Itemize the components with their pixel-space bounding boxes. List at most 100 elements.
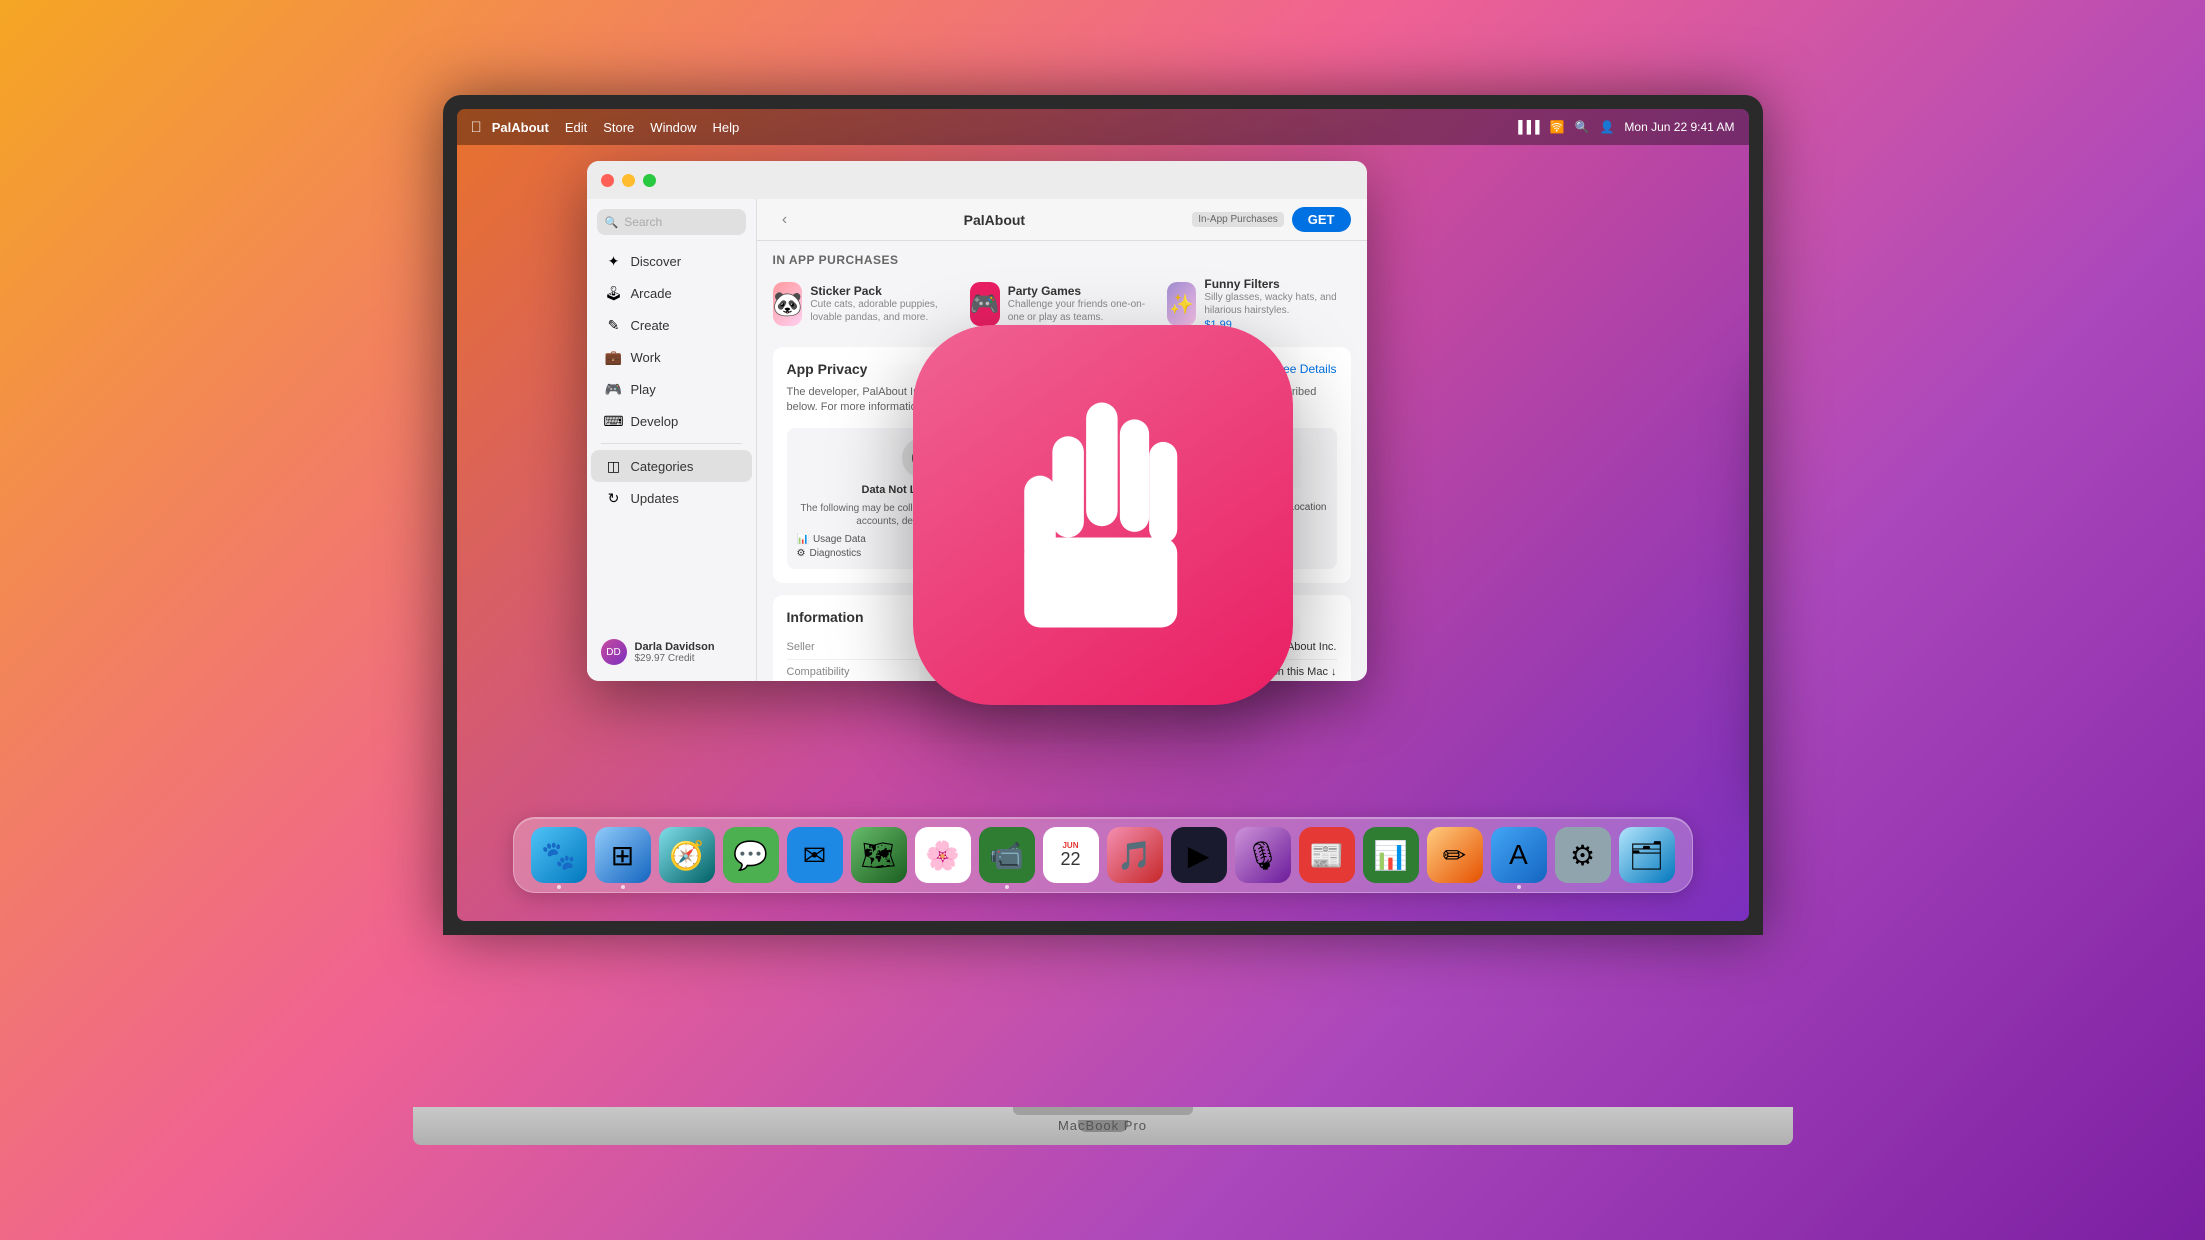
sidebar-item-play[interactable]: 🎮 Play bbox=[591, 373, 752, 405]
sidebar-user[interactable]: DD Darla Davidson $29.97 Credit bbox=[587, 631, 757, 673]
get-button[interactable]: GET bbox=[1292, 207, 1351, 232]
dock-maps[interactable]: 🗺 bbox=[851, 827, 907, 883]
window-titlebar bbox=[587, 161, 1367, 199]
sidebar-item-work[interactable]: 💼 Work bbox=[591, 341, 752, 373]
party-name: Party Games bbox=[1008, 284, 1153, 298]
dock-podcasts[interactable]: 🎙 bbox=[1235, 827, 1291, 883]
dock-tv[interactable]: ▶ bbox=[1171, 827, 1227, 883]
sidebar-item-develop[interactable]: ⌨ Develop bbox=[591, 405, 752, 437]
dock-finder[interactable]: 🐾 bbox=[531, 827, 587, 883]
apple-menu-icon[interactable]:  bbox=[471, 119, 482, 136]
categories-icon: ◫ bbox=[605, 457, 623, 475]
purchase-item-sticker: 🐼 Sticker Pack Cute cats, adorable puppi… bbox=[773, 277, 956, 331]
menubar-appstore[interactable]: PalAbout bbox=[492, 120, 549, 135]
menubar-store[interactable]: Store bbox=[603, 120, 634, 135]
dock-numbers[interactable]: 📊 bbox=[1363, 827, 1419, 883]
privacy-title: App Privacy bbox=[787, 361, 868, 377]
sidebar-item-create[interactable]: ✎ Create bbox=[591, 309, 752, 341]
dock-appstore[interactable]: A bbox=[1491, 827, 1547, 883]
main-header: ‹ PalAbout In-App Purchases GET bbox=[757, 199, 1367, 241]
user-avatar: DD bbox=[601, 639, 627, 665]
sidebar-label-develop: Develop bbox=[631, 414, 679, 429]
filter-icon: ✨ bbox=[1167, 282, 1196, 326]
sidebar-label-work: Work bbox=[631, 350, 661, 365]
party-icon: 🎮 bbox=[970, 282, 1000, 326]
dock-settings[interactable]: ⚙ bbox=[1555, 827, 1611, 883]
seller-label: Seller bbox=[787, 641, 815, 653]
dock-keynote[interactable]: ✏ bbox=[1427, 827, 1483, 883]
dock-area: 🐾 ⊞ 🧭 💬 ✉ 🗺 🌸 📹 JUN 22 🎵 ▶ bbox=[513, 817, 1693, 893]
updates-icon: ↻ bbox=[605, 489, 623, 507]
sidebar-item-updates[interactable]: ↻ Updates bbox=[591, 482, 752, 514]
menubar-edit[interactable]: Edit bbox=[565, 120, 587, 135]
sidebar-label-arcade: Arcade bbox=[631, 286, 672, 301]
diagnostics-icon: ⚙ bbox=[797, 548, 806, 559]
macbook-lid:  PalAbout Edit Store Window Help ▐▐▐ 🛜 … bbox=[443, 95, 1763, 935]
menubar-battery-icon: ▐▐▐ bbox=[1514, 120, 1540, 134]
compatibility-label: Compatibility bbox=[787, 666, 850, 678]
arcade-icon: 🕹 bbox=[605, 284, 623, 302]
user-info: Darla Davidson $29.97 Credit bbox=[635, 641, 715, 664]
sidebar-nav: ✦ Discover 🕹 Arcade ✎ Create bbox=[587, 245, 756, 514]
macbook-hinge bbox=[1013, 1107, 1193, 1115]
back-button[interactable]: ‹ bbox=[773, 208, 797, 232]
sidebar-separator bbox=[601, 443, 742, 444]
dock-messages[interactable]: 💬 bbox=[723, 827, 779, 883]
macbook-label: MacBook Pro bbox=[1058, 1118, 1147, 1133]
work-icon: 💼 bbox=[605, 348, 623, 366]
search-placeholder: Search bbox=[624, 215, 662, 229]
sticker-icon: 🐼 bbox=[773, 282, 803, 326]
dock-calendar[interactable]: JUN 22 bbox=[1043, 827, 1099, 883]
sticker-info: Sticker Pack Cute cats, adorable puppies… bbox=[810, 284, 955, 324]
discover-icon: ✦ bbox=[605, 252, 623, 270]
dock-music[interactable]: 🎵 bbox=[1107, 827, 1163, 883]
menubar-help[interactable]: Help bbox=[713, 120, 740, 135]
minimize-button[interactable] bbox=[622, 174, 635, 187]
filter-desc: Silly glasses, wacky hats, and hilarious… bbox=[1204, 291, 1350, 317]
dock-photos[interactable]: 🌸 bbox=[915, 827, 971, 883]
develop-icon: ⌨ bbox=[605, 412, 623, 430]
dock-news[interactable]: 📰 bbox=[1299, 827, 1355, 883]
location-label: Location bbox=[1289, 502, 1327, 513]
user-name: Darla Davidson bbox=[635, 641, 715, 653]
sidebar-label-discover: Discover bbox=[631, 254, 682, 269]
dock-safari[interactable]: 🧭 bbox=[659, 827, 715, 883]
sidebar-item-categories[interactable]: ◫ Categories bbox=[591, 450, 752, 482]
close-button[interactable] bbox=[601, 174, 614, 187]
header-right: In-App Purchases GET bbox=[1192, 207, 1350, 232]
sticker-desc: Cute cats, adorable puppies, lovable pan… bbox=[810, 298, 955, 324]
user-credit: $29.97 Credit bbox=[635, 653, 715, 664]
party-info: Party Games Challenge your friends one-o… bbox=[1008, 284, 1153, 324]
party-desc: Challenge your friends one-on-one or pla… bbox=[1008, 298, 1153, 324]
macbook-base: MacBook Pro bbox=[413, 1107, 1793, 1145]
create-icon: ✎ bbox=[605, 316, 623, 334]
menubar-user-icon: 👤 bbox=[1599, 120, 1614, 134]
dock-facetime[interactable]: 📹 bbox=[979, 827, 1035, 883]
user-initials: DD bbox=[606, 647, 620, 658]
menubar-right: ▐▐▐ 🛜 🔍 👤 Mon Jun 22 9:41 AM bbox=[1514, 120, 1734, 134]
dock-finder2[interactable]: 🗂 bbox=[1619, 827, 1675, 883]
filter-name: Funny Filters bbox=[1204, 277, 1350, 291]
in-app-badge: In-App Purchases bbox=[1192, 212, 1284, 227]
dock: 🐾 ⊞ 🧭 💬 ✉ 🗺 🌸 📹 JUN 22 🎵 ▶ bbox=[513, 817, 1693, 893]
macbook-screen:  PalAbout Edit Store Window Help ▐▐▐ 🛜 … bbox=[457, 109, 1749, 921]
menubar-search-icon[interactable]: 🔍 bbox=[1575, 120, 1590, 134]
menubar-window[interactable]: Window bbox=[650, 120, 696, 135]
maximize-button[interactable] bbox=[643, 174, 656, 187]
sidebar-item-discover[interactable]: ✦ Discover bbox=[591, 245, 752, 277]
sidebar-label-play: Play bbox=[631, 382, 656, 397]
dock-launchpad[interactable]: ⊞ bbox=[595, 827, 651, 883]
sidebar-label-categories: Categories bbox=[631, 459, 694, 474]
sidebar-label-create: Create bbox=[631, 318, 670, 333]
menubar-items: PalAbout Edit Store Window Help bbox=[492, 120, 740, 135]
sidebar-item-arcade[interactable]: 🕹 Arcade bbox=[591, 277, 752, 309]
purchase-item-party: 🎮 Party Games Challenge your friends one… bbox=[970, 277, 1153, 331]
dock-mail[interactable]: ✉ bbox=[787, 827, 843, 883]
sidebar-search[interactable]: 🔍 Search bbox=[597, 209, 746, 235]
macbook:  PalAbout Edit Store Window Help ▐▐▐ 🛜 … bbox=[303, 95, 1903, 1145]
usage-label: Usage Data bbox=[813, 534, 866, 545]
palabout-icon bbox=[913, 325, 1293, 705]
sticker-name: Sticker Pack bbox=[810, 284, 955, 298]
diagnostics-label: Diagnostics bbox=[809, 548, 861, 559]
menubar:  PalAbout Edit Store Window Help ▐▐▐ 🛜 … bbox=[457, 109, 1749, 145]
